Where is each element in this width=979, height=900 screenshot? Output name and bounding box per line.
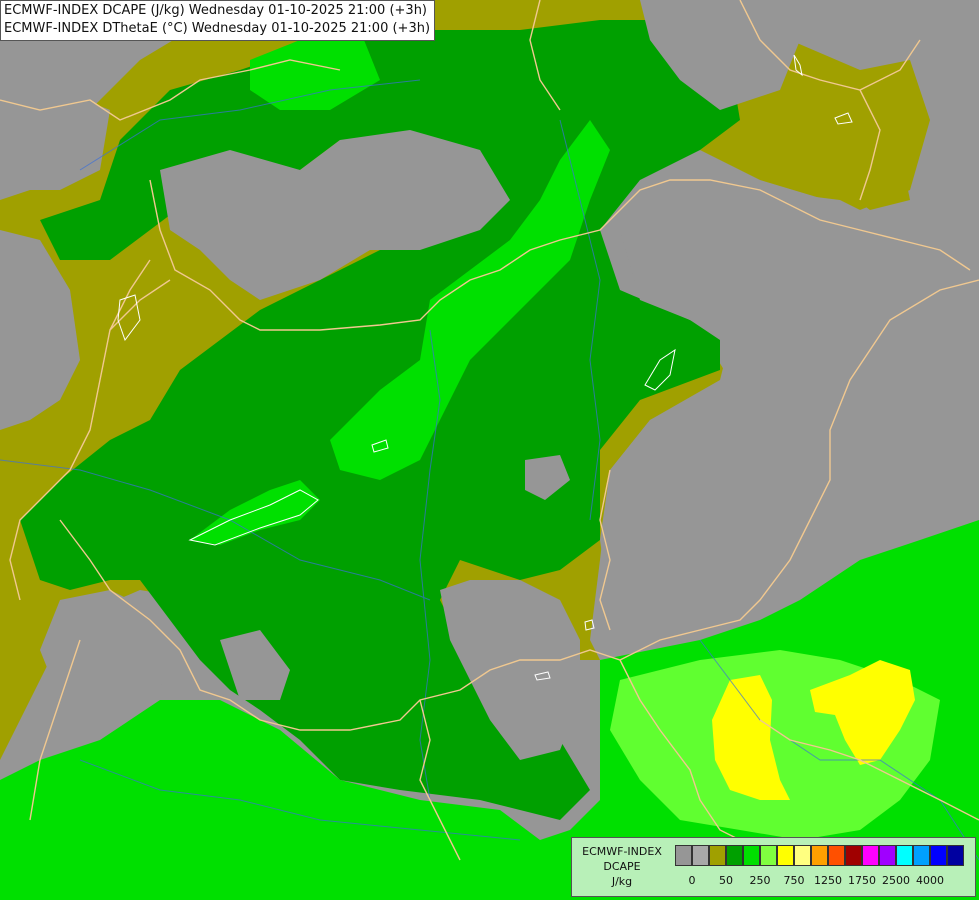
legend-swatch <box>760 845 777 866</box>
legend-swatch <box>777 845 794 866</box>
legend-title: ECMWF-INDEX <box>582 845 662 858</box>
map-title-box: ECMWF-INDEX DCAPE (J/kg) Wednesday 01-10… <box>0 0 436 41</box>
color-legend: ECMWF-INDEX DCAPE J/kg 0 50 250 750 1250 1750… <box>571 837 976 897</box>
legend-swatch <box>879 845 896 866</box>
title-line-dthetae: ECMWF-INDEX DThetaE (°C) Wednesday 01-10… <box>4 21 431 36</box>
legend-swatch <box>726 845 743 866</box>
title-line-dcape: ECMWF-INDEX DCAPE (J/kg) Wednesday 01-10… <box>4 3 428 18</box>
legend-swatch <box>896 845 913 866</box>
legend-swatch <box>794 845 811 866</box>
legend-tick-label: 50 <box>719 874 733 887</box>
legend-tick-label: 0 <box>688 874 696 887</box>
legend-swatch <box>811 845 828 866</box>
legend-tick-label: 4000 <box>916 874 944 887</box>
legend-swatch <box>862 845 879 866</box>
legend-swatch <box>930 845 947 866</box>
legend-swatch <box>743 845 760 866</box>
dcape-map <box>0 0 979 900</box>
legend-swatch <box>947 845 964 866</box>
legend-title-block: ECMWF-INDEX DCAPE J/kg <box>576 844 668 889</box>
legend-subtitle: DCAPE <box>603 860 641 873</box>
legend-swatch <box>845 845 862 866</box>
legend-tick-label: 1250 <box>814 874 842 887</box>
legend-tick-label: 250 <box>749 874 771 887</box>
legend-swatches <box>675 845 964 866</box>
legend-tick-label: 2500 <box>882 874 910 887</box>
legend-tick-label: 1750 <box>848 874 876 887</box>
legend-swatch <box>913 845 930 866</box>
legend-swatch <box>692 845 709 866</box>
legend-ticks: 0 50 250 750 1250 1750 2500 4000 <box>675 874 972 888</box>
legend-swatch <box>675 845 692 866</box>
legend-swatch <box>709 845 726 866</box>
legend-unit: J/kg <box>611 875 633 888</box>
legend-swatch <box>828 845 845 866</box>
legend-tick-label: 750 <box>783 874 805 887</box>
